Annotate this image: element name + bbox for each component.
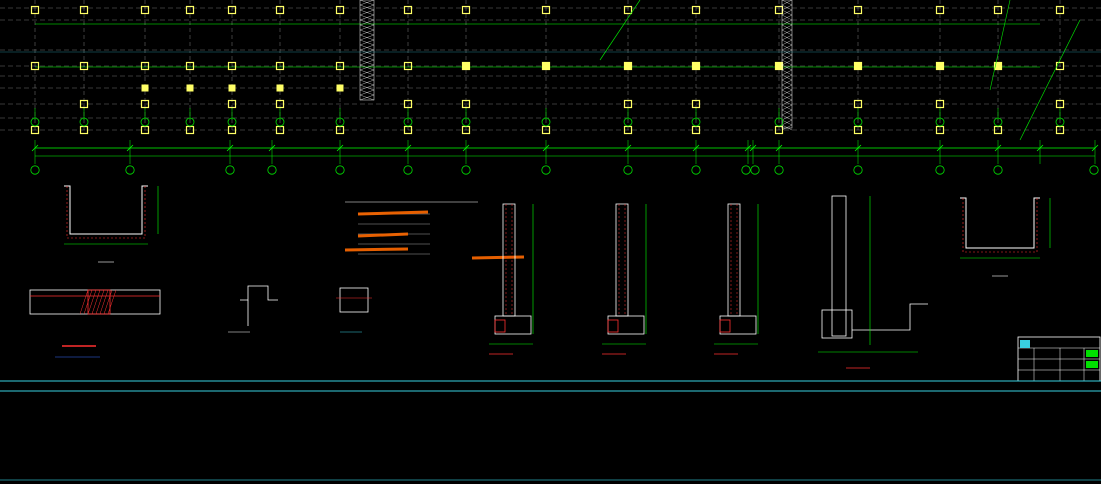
column-filled xyxy=(775,62,783,70)
column-filled xyxy=(624,62,632,70)
highlight xyxy=(357,232,409,238)
column-filled xyxy=(336,84,344,92)
highlight xyxy=(471,255,525,260)
column-filled xyxy=(141,84,149,92)
column-filled xyxy=(854,62,862,70)
column-filled xyxy=(692,62,700,70)
column-filled xyxy=(462,62,470,70)
column-filled xyxy=(542,62,550,70)
highlight xyxy=(344,247,409,252)
cad-drawing-viewport[interactable] xyxy=(0,0,1101,484)
column-filled xyxy=(228,84,236,92)
title-status xyxy=(1086,361,1098,368)
column-filled xyxy=(276,84,284,92)
title-logo xyxy=(1020,340,1030,348)
highlight xyxy=(357,210,429,216)
title-status xyxy=(1086,350,1098,357)
column-filled xyxy=(186,84,194,92)
canvas-background xyxy=(0,0,1101,484)
column-filled xyxy=(936,62,944,70)
